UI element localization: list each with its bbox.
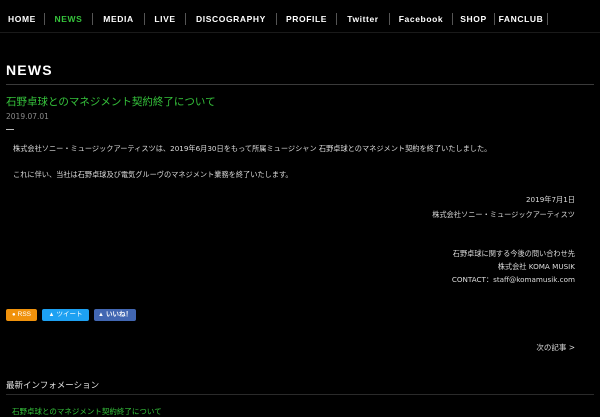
rss-icon: ● — [12, 312, 16, 318]
thumbs-up-icon: ▲ — [98, 312, 104, 318]
article-title-link[interactable]: 石野卓球とのマネジメント契約終了について — [6, 94, 216, 109]
rss-button[interactable]: ● RSS — [6, 309, 37, 321]
nav-item-discography[interactable]: DISCOGRAPHY — [186, 6, 276, 32]
section-title: NEWS — [6, 62, 53, 78]
nav-item-twitter[interactable]: Twitter — [337, 6, 389, 32]
facebook-like-button[interactable]: ▲ いいね！ — [94, 309, 136, 321]
article-paragraph: 株式会社ソニー・ミュージックアーティスツは、2019年6月30日をもって所属ミュ… — [13, 144, 492, 153]
nav-item-live[interactable]: LIVE — [145, 6, 185, 32]
contact-line: CONTACT：staff@komamusik.com — [451, 275, 575, 284]
signature-date: 2019年7月1日 — [525, 195, 575, 204]
rss-label: RSS — [17, 311, 31, 318]
latest-info-item[interactable]: 石野卓球とのマネジメント契約終了について — [12, 406, 162, 417]
like-label: いいね！ — [105, 311, 132, 318]
latest-info-divider — [6, 394, 594, 395]
article-paragraph: これに伴い、当社は石野卓球及び電気グルーヴのマネジメント業務を終了いたします。 — [13, 170, 293, 179]
main-nav: HOME NEWS MEDIA LIVE DISCOGRAPHY PROFILE… — [0, 6, 600, 32]
page: HOME NEWS MEDIA LIVE DISCOGRAPHY PROFILE… — [0, 0, 600, 417]
twitter-bird-icon: ▲ — [48, 312, 55, 318]
tweet-label: ツイート — [56, 311, 83, 318]
signature-company: 株式会社ソニー・ミュージックアーティスツ — [432, 210, 575, 219]
article-date: 2019.07.01 — [6, 112, 49, 121]
nav-item-media[interactable]: MEDIA — [93, 6, 144, 32]
latest-info-heading: 最新インフォメーション — [6, 381, 100, 391]
nav-divider — [547, 13, 548, 25]
contact-company: 株式会社 KOMA MUSIK — [497, 262, 575, 271]
tweet-button[interactable]: ▲ ツイート — [42, 309, 89, 321]
nav-item-fanclub[interactable]: FANCLUB — [495, 6, 547, 32]
nav-item-facebook[interactable]: Facebook — [390, 6, 452, 32]
next-article-link[interactable]: 次の記事 > — [536, 342, 575, 353]
section-divider — [6, 84, 594, 85]
contact-heading: 石野卓球に関する今後の問い合わせ先 — [452, 249, 575, 258]
nav-item-news[interactable]: NEWS — [45, 6, 92, 32]
nav-item-shop[interactable]: SHOP — [453, 6, 494, 32]
date-divider — [6, 129, 14, 130]
nav-item-home[interactable]: HOME — [0, 6, 44, 32]
nav-item-profile[interactable]: PROFILE — [277, 6, 336, 32]
share-buttons: ● RSS ▲ ツイート ▲ いいね！ — [6, 309, 136, 321]
nav-underline — [0, 32, 600, 33]
